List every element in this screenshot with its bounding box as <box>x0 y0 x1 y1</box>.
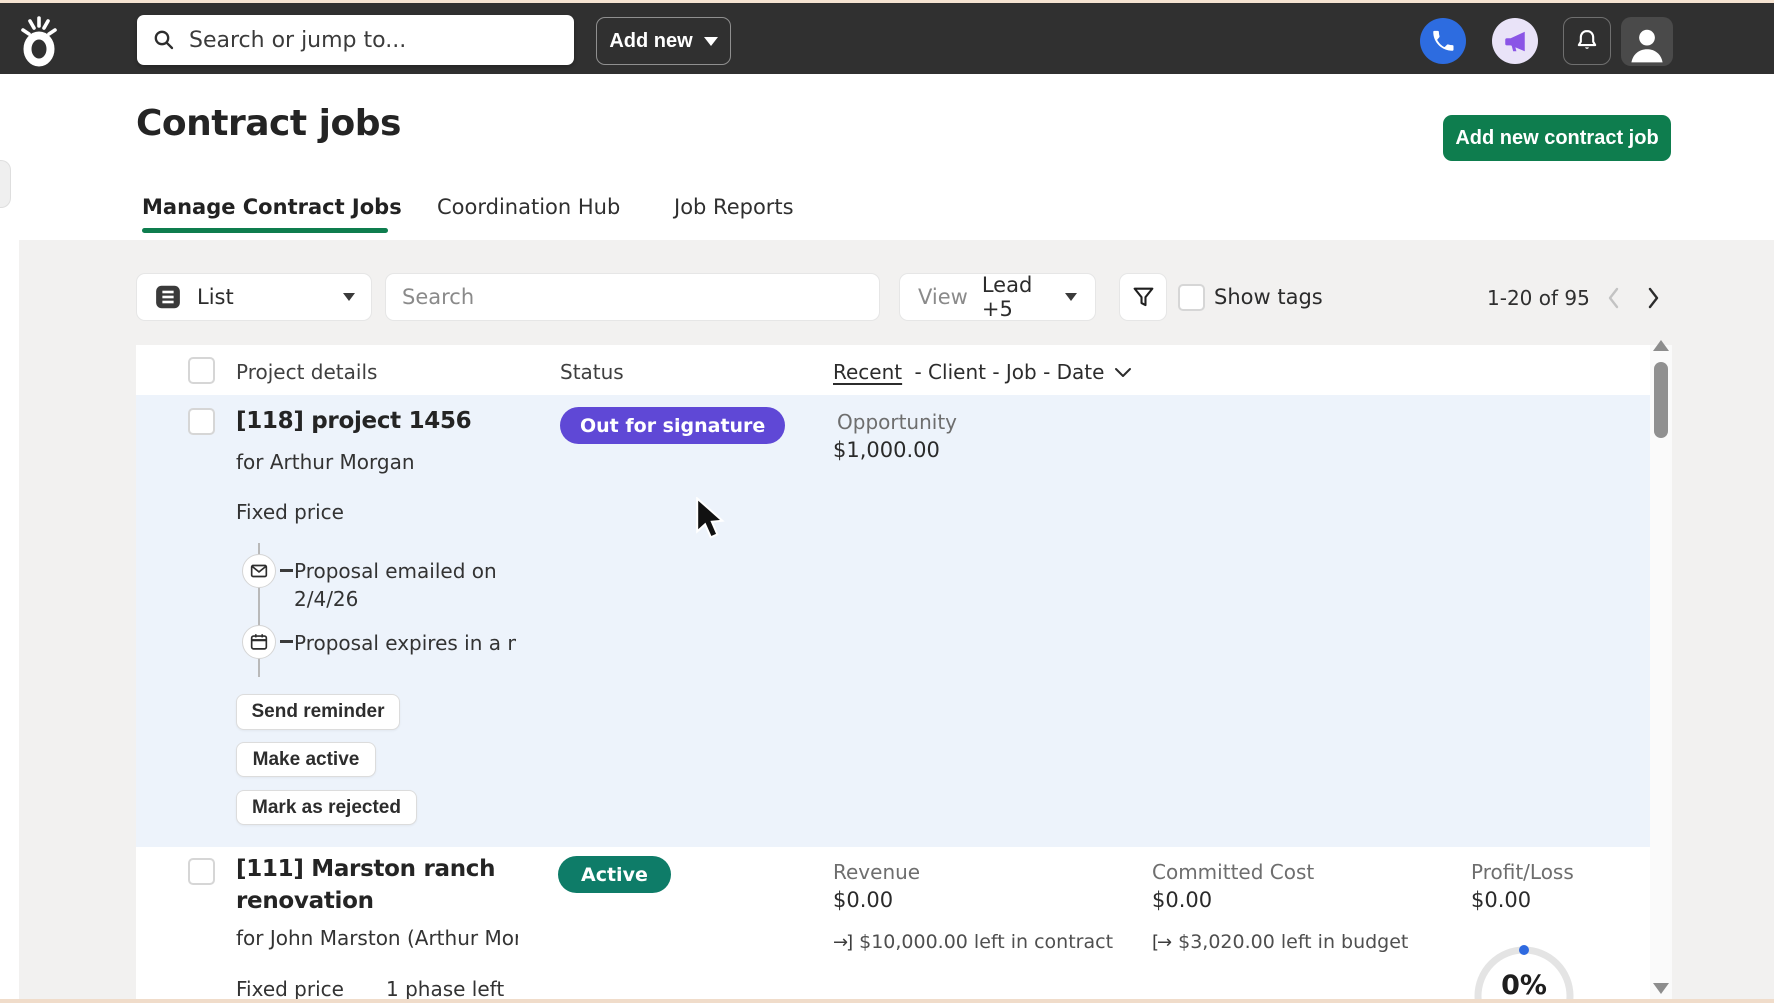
top-navbar: Add new <box>0 0 1774 74</box>
mark-as-rejected-button[interactable]: Mark as rejected <box>236 790 417 825</box>
notifications-button[interactable] <box>1563 17 1611 65</box>
filter-button[interactable] <box>1119 273 1167 321</box>
scroll-up-arrow[interactable] <box>1653 340 1669 351</box>
progress-percent: 0% <box>1501 970 1547 1001</box>
profit-loss-value: $0.00 <box>1471 888 1532 912</box>
cursor-pointer <box>696 497 725 539</box>
view-label: View <box>918 285 968 309</box>
select-all-checkbox[interactable] <box>188 357 215 384</box>
calendar-icon <box>250 634 268 650</box>
envelope-icon <box>250 564 268 578</box>
scrollbar-track[interactable] <box>1650 345 1672 1003</box>
funnel-icon <box>1133 287 1153 306</box>
show-tags-checkbox[interactable] <box>1178 284 1205 311</box>
sort-rest-label: - Client - Job - Date <box>914 360 1105 384</box>
timeline-event-text: Proposal expires in a mo <box>294 631 516 655</box>
active-tab-underline <box>142 228 388 233</box>
profit-loss-label: Profit/Loss <box>1471 860 1574 884</box>
list-search-box <box>385 273 880 321</box>
timeline-node <box>242 554 276 588</box>
chevron-down-icon <box>1115 367 1132 377</box>
send-reminder-button[interactable]: Send reminder <box>236 694 400 730</box>
show-tags-label: Show tags <box>1214 285 1323 309</box>
phone-icon <box>1433 30 1454 51</box>
status-badge: Out for signature <box>560 407 786 444</box>
timeline-event-date: 2/4/26 <box>294 587 359 611</box>
page-title: Contract jobs <box>136 103 401 144</box>
chevron-down-icon <box>1065 293 1077 301</box>
revenue-value: $0.00 <box>833 888 894 912</box>
job-client: for Arthur Morgan <box>236 450 415 474</box>
make-active-button[interactable]: Make active <box>236 742 376 777</box>
view-filter-dropdown[interactable]: View Lead +5 <box>899 273 1096 321</box>
timeline-event-text: Proposal emailed on <box>294 559 497 583</box>
view-value: Lead +5 <box>981 273 1033 321</box>
tab-job-reports[interactable]: Job Reports <box>674 195 794 219</box>
status-badge: Active <box>558 856 671 893</box>
pagination-next-button[interactable] <box>1644 284 1662 312</box>
global-search-input[interactable] <box>189 27 559 53</box>
window-bottom-edge <box>0 999 1774 1003</box>
bell-icon <box>1577 30 1597 49</box>
phone-button[interactable] <box>1420 18 1466 64</box>
scroll-down-arrow[interactable] <box>1653 983 1669 994</box>
committed-cost-value: $0.00 <box>1152 888 1213 912</box>
job-pricing-type: Fixed price <box>236 500 344 524</box>
timeline-connector <box>280 569 293 572</box>
list-view-icon <box>156 285 180 309</box>
progress-dot <box>1519 945 1529 955</box>
job-phases-left: 1 phase left <box>386 977 505 1001</box>
app-logo[interactable] <box>16 13 62 67</box>
job-title[interactable]: [111] Marston ranch <box>236 856 496 882</box>
sort-control[interactable]: Recent - Client - Job - Date <box>833 360 1132 384</box>
left-in-contract: →] $10,000.00 left in contract <box>833 931 1113 953</box>
megaphone-icon <box>1505 31 1525 52</box>
bracket-arrow-out-icon: [→ <box>1152 931 1172 953</box>
left-in-contract-text: $10,000.00 left in contract <box>859 931 1114 953</box>
view-mode-label: List <box>197 285 234 309</box>
search-icon <box>154 30 174 50</box>
row-checkbox[interactable] <box>188 408 215 435</box>
person-icon <box>1631 29 1663 63</box>
pagination-prev-button[interactable] <box>1605 284 1623 312</box>
left-edge-strip <box>0 74 19 1003</box>
add-contract-job-button[interactable]: Add new contract job <box>1443 115 1671 161</box>
committed-cost-label: Committed Cost <box>1152 860 1315 884</box>
opportunity-value: $1,000.00 <box>833 438 940 462</box>
list-search-input[interactable] <box>386 285 879 309</box>
sort-active-label: Recent <box>833 360 903 384</box>
job-client: for John Marston (Arthur Morgan <box>236 926 518 950</box>
row-checkbox[interactable] <box>188 858 215 885</box>
tab-manage-contract-jobs[interactable]: Manage Contract Jobs <box>142 195 402 219</box>
left-in-budget-text: $3,020.00 left in budget <box>1178 931 1409 953</box>
app-window: Add new <box>0 0 1774 1003</box>
job-pricing-type: Fixed price <box>236 977 344 1001</box>
global-search <box>137 15 574 65</box>
announcements-button[interactable] <box>1492 18 1538 64</box>
pagination-text: 1-20 of 95 <box>1487 286 1590 310</box>
column-project-details: Project details <box>236 360 378 384</box>
arrow-into-bracket-icon: →] <box>833 931 853 953</box>
add-new-label: Add new <box>609 29 693 52</box>
revenue-label: Revenue <box>833 860 921 884</box>
job-title[interactable]: renovation <box>236 888 374 914</box>
timeline-connector <box>280 640 293 643</box>
chevron-down-icon <box>343 293 355 301</box>
timeline-node <box>242 625 276 659</box>
chevron-down-icon <box>703 36 718 46</box>
opportunity-label: Opportunity <box>837 410 958 434</box>
add-new-button[interactable]: Add new <box>596 17 731 65</box>
left-in-budget: [→ $3,020.00 left in budget <box>1152 931 1408 953</box>
tab-coordination-hub[interactable]: Coordination Hub <box>437 195 620 219</box>
account-avatar[interactable] <box>1621 17 1673 66</box>
column-status: Status <box>560 360 624 384</box>
view-mode-dropdown[interactable]: List <box>136 273 372 321</box>
left-drawer-handle[interactable] <box>0 160 11 208</box>
job-title[interactable]: [118] project 1456 <box>236 408 472 434</box>
scrollbar-thumb[interactable] <box>1654 362 1668 438</box>
